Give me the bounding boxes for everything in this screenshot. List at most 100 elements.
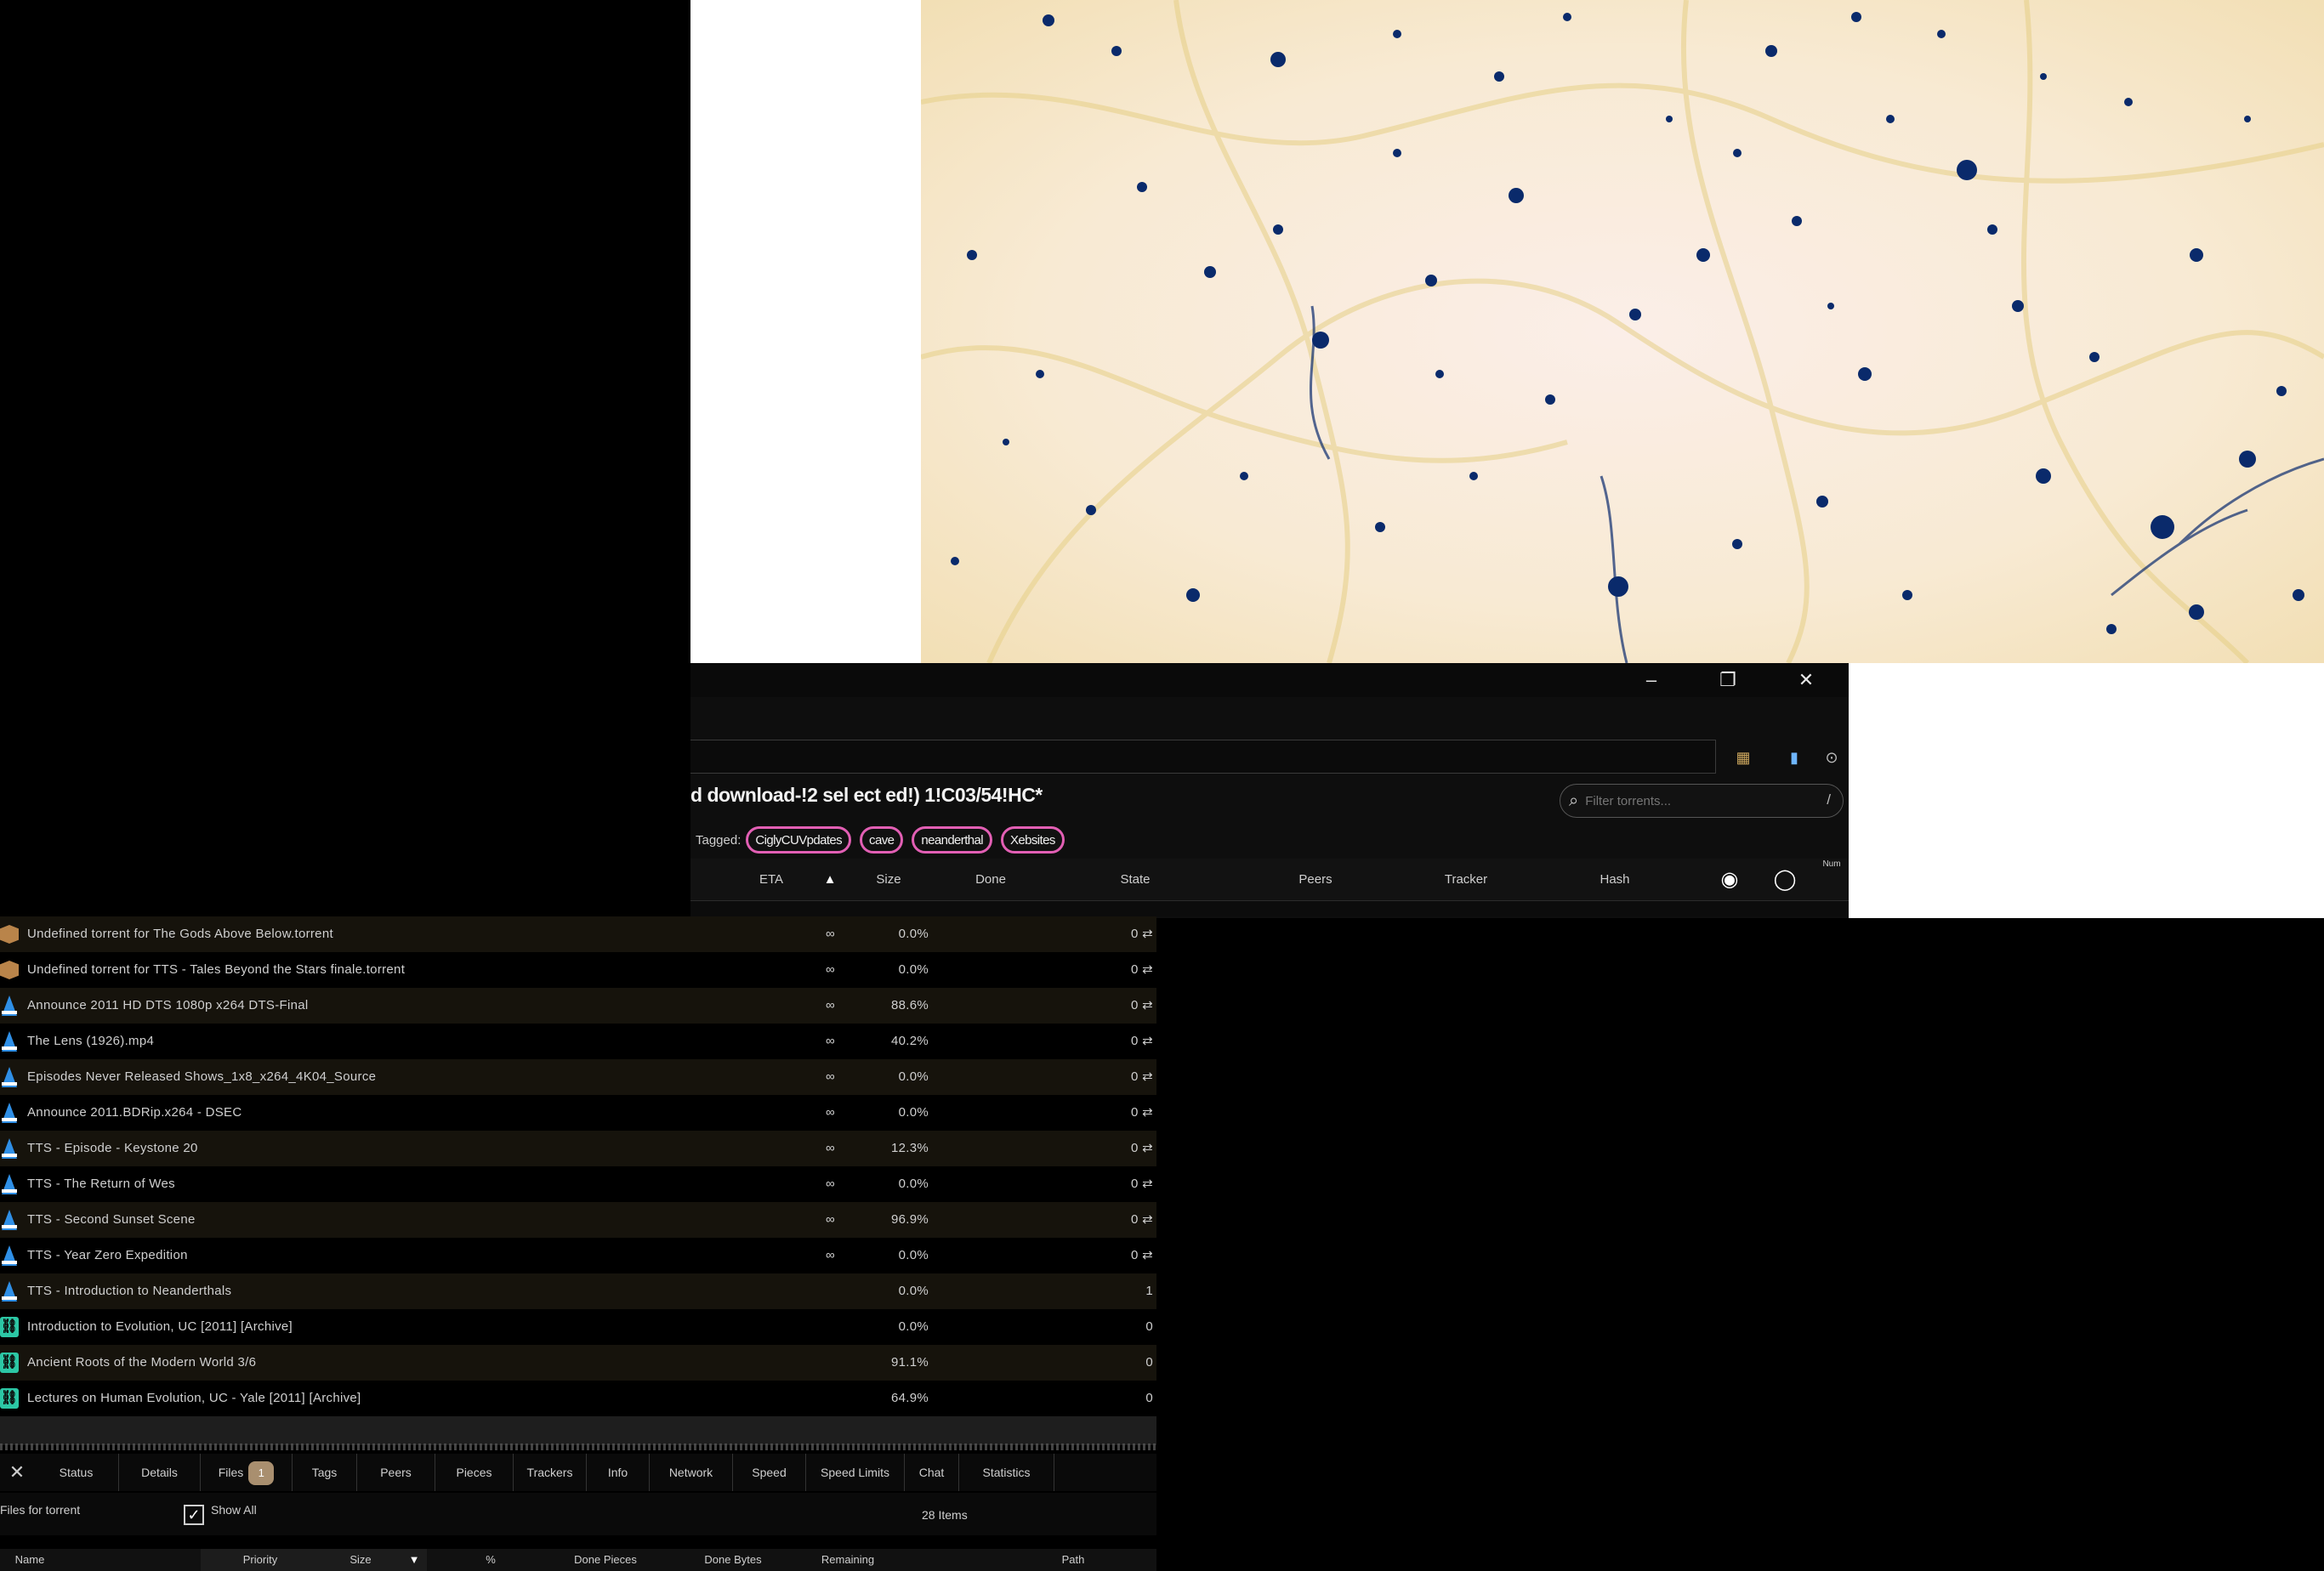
torrent-row[interactable]: ⛓ Lectures on Human Evolution, UC - Yale … [0, 1381, 1156, 1416]
torrent-row[interactable]: TTS - Second Sunset Scene ∞ 96.9% 0 ⇄ [0, 1202, 1156, 1238]
torrent-row[interactable]: Undefined torrent for TTS - Tales Beyond… [0, 952, 1156, 988]
torrent-peers: 0 ⇄ [1131, 1212, 1153, 1227]
panel-splitter[interactable] [0, 1443, 1156, 1450]
tab-trackers[interactable]: Trackers [514, 1454, 587, 1491]
search-input[interactable] [1585, 793, 1781, 808]
column-header-eta[interactable]: ETA [724, 859, 818, 901]
torrent-eta: ∞ [826, 1212, 835, 1227]
chart-icon[interactable]: ▮ [1781, 745, 1807, 770]
tab-label: Details [141, 1466, 178, 1479]
column-header-size[interactable]: Size [842, 859, 935, 901]
tag-chip[interactable]: cave [860, 826, 904, 854]
torrent-progress: 0.0% [898, 1284, 929, 1298]
column-header-num[interactable]: Num [1815, 859, 1849, 901]
files-label: Files for torrent [0, 1503, 81, 1517]
files-toolbar: Files for torrent ✓ Show All 28 Items [0, 1493, 1156, 1535]
torrent-eta: ∞ [826, 962, 835, 977]
book-icon [0, 952, 22, 988]
library-icon[interactable]: ▦ [1730, 745, 1756, 770]
vlc-icon-shape [2, 995, 17, 1016]
torrent-row[interactable]: ⛓ Ancient Roots of the Modern World 3/6 91… [0, 1345, 1156, 1381]
tab-details[interactable]: Details [119, 1454, 201, 1491]
show-all-checkbox[interactable]: ✓ [184, 1505, 204, 1525]
files-column-remaining[interactable]: Remaining [793, 1549, 903, 1571]
torrent-eta [724, 1273, 842, 1309]
search-icon: ⌕ [1569, 791, 1579, 810]
files-column-name[interactable]: Name [0, 1549, 60, 1571]
minimize-button[interactable]: – [1617, 663, 1685, 697]
torrent-peers: 1 [1145, 1284, 1153, 1298]
torrent-row[interactable]: TTS - Introduction to Neanderthals 0.0% 1 [0, 1273, 1156, 1309]
torrent-row[interactable]: ⛓ Introduction to Evolution, UC [2011] [A… [0, 1309, 1156, 1345]
files-column-priority[interactable]: Priority [201, 1549, 320, 1571]
vlc-icon-shape [2, 1174, 17, 1194]
wallpaper-image [921, 0, 2324, 663]
tag-chip[interactable]: Xebsites [1000, 826, 1065, 854]
close-button[interactable]: ✕ [1772, 663, 1840, 697]
files-column-size[interactable]: Size [320, 1549, 401, 1571]
torrent-eta: ∞ [826, 1141, 835, 1155]
files-column-done-bytes[interactable]: Done Bytes [673, 1549, 793, 1571]
torrent-progress: 0.0% [898, 1248, 929, 1262]
tab-files[interactable]: Files 1 [201, 1454, 293, 1491]
files-column-path[interactable]: Path [903, 1549, 1243, 1571]
vlc-icon [0, 1273, 22, 1309]
horizontal-scrollbar[interactable] [0, 1416, 1156, 1445]
column-header-done[interactable]: Done [935, 859, 1046, 901]
address-bar[interactable] [690, 740, 1716, 774]
torrent-row[interactable]: The Lens (1926).mp4 ∞ 40.2% 0 ⇄ [0, 1024, 1156, 1059]
desktop-white-area-right [1849, 663, 2324, 918]
column-header-tracker[interactable]: Tracker [1406, 859, 1526, 901]
tab-speed-limits[interactable]: Speed Limits [806, 1454, 905, 1491]
maximize-button[interactable]: ❐ [1694, 663, 1762, 697]
tab-info[interactable]: Info [587, 1454, 650, 1491]
tag-chip[interactable]: neanderthal [912, 826, 992, 854]
torrent-progress: 0.0% [898, 962, 929, 977]
search-field[interactable]: ⌕ / [1560, 784, 1844, 818]
torrent-row[interactable]: Announce 2011 HD DTS 1080p x264 DTS-Fina… [0, 988, 1156, 1024]
settings-icon[interactable]: ⊙ [1819, 745, 1844, 770]
link-icon-shape: ⛓ [0, 1317, 19, 1337]
torrent-row[interactable]: Undefined torrent for The Gods Above Bel… [0, 916, 1156, 952]
files-column-percent[interactable]: % [444, 1549, 537, 1571]
nebula-texture [921, 0, 2324, 663]
tab-statistics[interactable]: Statistics [959, 1454, 1054, 1491]
vlc-icon [0, 1202, 22, 1238]
column-header-hash[interactable]: Hash [1526, 859, 1704, 901]
tab-speed[interactable]: Speed [733, 1454, 806, 1491]
torrent-eta [724, 1381, 842, 1416]
chat-icon[interactable]: ◯ [1755, 859, 1815, 901]
column-header-peers[interactable]: Peers [1225, 859, 1406, 901]
vlc-icon-shape [2, 1281, 17, 1302]
tab-status[interactable]: Status [34, 1454, 119, 1491]
tab-peers[interactable]: Peers [357, 1454, 435, 1491]
close-panel-icon[interactable]: ✕ [5, 1460, 29, 1484]
torrent-progress: 0.0% [898, 1069, 929, 1084]
tab-network[interactable]: Network [650, 1454, 733, 1491]
torrent-name: Announce 2011 HD DTS 1080p x264 DTS-Fina… [27, 998, 309, 1012]
tab-chat[interactable]: Chat [905, 1454, 959, 1491]
torrent-progress: 0.0% [898, 927, 929, 941]
torrent-row[interactable]: TTS - Episode - Keystone 20 ∞ 12.3% 0 ⇄ [0, 1131, 1156, 1166]
torrent-row[interactable]: Announce 2011.BDRip.x264 - DSEC ∞ 0.0% 0 ⇄ [0, 1095, 1156, 1131]
column-header-state[interactable]: State [1046, 859, 1225, 901]
tab-badge: 1 [248, 1461, 275, 1486]
torrent-peers: 0 ⇄ [1131, 1177, 1153, 1191]
torrent-progress: 88.6% [890, 998, 929, 1012]
tab-label: Chat [918, 1466, 945, 1479]
tab-label: Pieces [456, 1466, 492, 1479]
torrent-row[interactable]: Episodes Never Released Shows_1x8_x264_4… [0, 1059, 1156, 1095]
torrent-row[interactable]: TTS - The Return of Wes ∞ 0.0% 0 ⇄ [0, 1166, 1156, 1202]
tab-tags[interactable]: Tags [293, 1454, 357, 1491]
book-icon-shape [0, 961, 19, 979]
torrent-row[interactable]: TTS - Year Zero Expedition ∞ 0.0% 0 ⇄ [0, 1238, 1156, 1273]
tab-pieces[interactable]: Pieces [435, 1454, 514, 1491]
link-icon-shape: ⛓ [0, 1388, 19, 1409]
torrent-name: Introduction to Evolution, UC [2011] [Ar… [27, 1319, 293, 1334]
vlc-icon-shape [2, 1210, 17, 1230]
torrent-eta: ∞ [826, 1177, 835, 1191]
rss-icon[interactable]: ◉ [1704, 859, 1755, 901]
tag-chip[interactable]: CiglyCUVpdates [746, 826, 852, 854]
vlc-icon-shape [2, 1245, 17, 1266]
files-column-done-pieces[interactable]: Done Pieces [537, 1549, 673, 1571]
